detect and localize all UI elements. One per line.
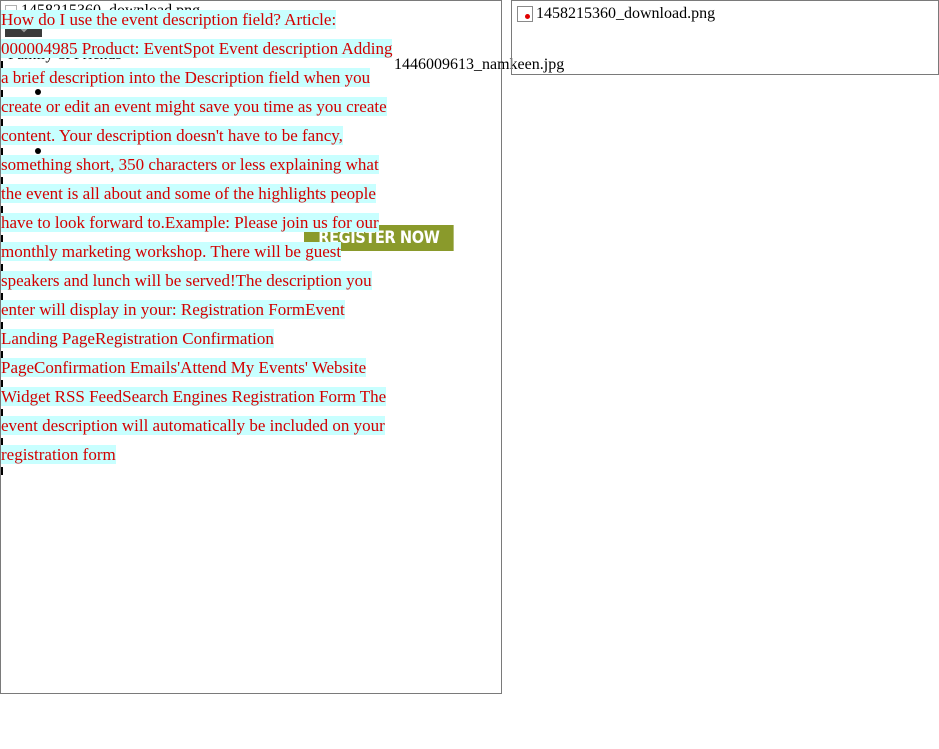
article-text-content: How do I use the event description field… — [1, 10, 393, 464]
right-iframe-panel: 1458215360_download.png — [511, 0, 939, 75]
page: 1458215360_download.png Family & Friends… — [0, 0, 939, 749]
broken-image-icon — [517, 6, 533, 22]
left-iframe-panel: 1458215360_download.png Family & Friends… — [0, 0, 502, 694]
article-text: How do I use the event description field… — [1, 5, 397, 469]
image-alt-text-download: 1458215360_download.png — [536, 5, 716, 22]
